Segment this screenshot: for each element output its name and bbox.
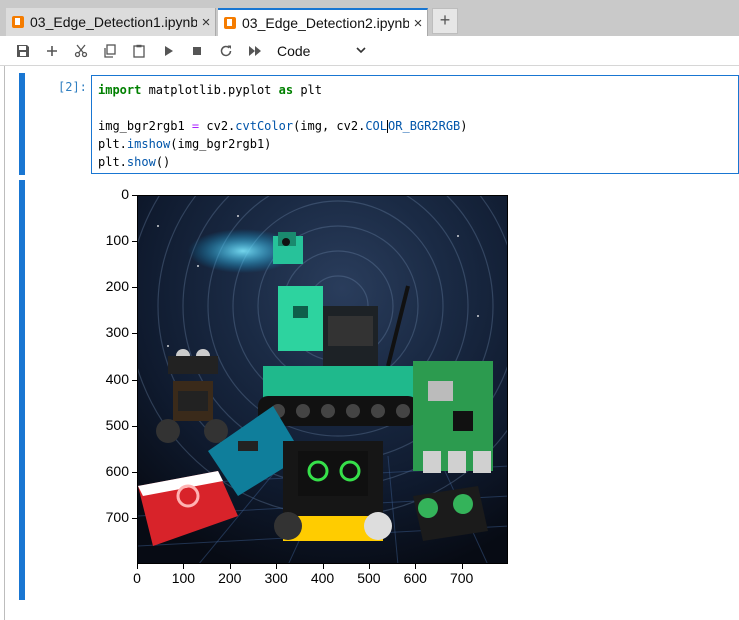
code-line-1: import matplotlib.pyplot as plt bbox=[98, 83, 322, 97]
x-tick-label: 0 bbox=[133, 570, 141, 586]
fast-forward-icon[interactable] bbox=[242, 38, 268, 64]
y-tick-mark bbox=[132, 241, 137, 243]
y-tick-label: 0 bbox=[121, 186, 129, 202]
keyword-import: import bbox=[98, 83, 142, 97]
input-collapser[interactable] bbox=[19, 73, 25, 175]
y-tick-label: 600 bbox=[105, 462, 129, 479]
y-tick-label: 500 bbox=[105, 416, 129, 433]
cat-robot bbox=[274, 441, 392, 541]
x-tick-label: 700 bbox=[449, 570, 474, 586]
x-tick-mark bbox=[415, 564, 417, 569]
tab-label: 03_Edge_Detection2.ipynb bbox=[242, 15, 409, 31]
notebook-icon bbox=[224, 17, 236, 29]
output-plot: 0 100 200 300 400 500 600 700 0 100 200 300 400 500 60… bbox=[95, 180, 525, 600]
tab-edge-detection1[interactable]: 03_Edge_Detection1.ipynb × bbox=[6, 8, 216, 36]
close-icon[interactable]: × bbox=[197, 14, 215, 31]
execution-prompt: [2]: bbox=[58, 80, 87, 94]
left-rail bbox=[4, 66, 5, 620]
paste-icon[interactable] bbox=[126, 38, 152, 64]
y-tick-label: 400 bbox=[105, 370, 129, 387]
text-cursor bbox=[387, 120, 389, 133]
x-tick-label: 500 bbox=[357, 570, 381, 586]
cut-icon[interactable] bbox=[68, 38, 94, 64]
robot-kits-image bbox=[138, 196, 507, 563]
y-tick-mark bbox=[132, 333, 137, 335]
close-icon[interactable]: × bbox=[409, 15, 427, 32]
notebook-icon bbox=[12, 16, 24, 28]
cell-type-dropdown[interactable]: Code bbox=[277, 43, 367, 59]
tab-edge-detection2[interactable]: 03_Edge_Detection2.ipynb × bbox=[218, 8, 428, 36]
raspberry-pi-board bbox=[413, 361, 493, 473]
x-tick-mark bbox=[276, 564, 278, 569]
cell-type-label: Code bbox=[277, 42, 311, 59]
y-tick-mark bbox=[132, 287, 137, 289]
keyword-as: as bbox=[278, 83, 294, 97]
stop-icon[interactable] bbox=[184, 38, 210, 64]
y-tick-mark bbox=[132, 379, 137, 381]
jupyterlab-window: 03_Edge_Detection1.ipynb × 03_Edge_Detec… bbox=[0, 0, 739, 620]
code-line-4: plt.imshow(img_bgr2rgb1) bbox=[98, 137, 272, 151]
x-tick-mark bbox=[137, 564, 138, 569]
output-collapser[interactable] bbox=[19, 180, 25, 600]
image-axes bbox=[137, 195, 508, 564]
x-tick-label: 100 bbox=[171, 570, 196, 586]
y-tick-label: 700 bbox=[105, 508, 129, 525]
x-tick-mark bbox=[322, 564, 324, 569]
y-tick-label: 200 bbox=[105, 278, 129, 295]
x-tick-label: 400 bbox=[310, 570, 335, 586]
code-line-5: plt.show() bbox=[98, 155, 171, 169]
y-tick-label: 300 bbox=[105, 324, 129, 341]
code-line-3: img_bgr2rgb1 = cv2.cvtColor(img, cv2.COL… bbox=[98, 119, 468, 133]
add-icon[interactable] bbox=[39, 38, 65, 64]
y-tick-mark bbox=[132, 425, 137, 427]
code-editor[interactable]: import matplotlib.pyplot as plt img_bgr2… bbox=[91, 75, 739, 174]
y-tick-label: 100 bbox=[105, 232, 129, 249]
x-tick-mark bbox=[229, 564, 231, 569]
tab-bar: 03_Edge_Detection1.ipynb × 03_Edge_Detec… bbox=[0, 0, 739, 36]
y-tick-mark bbox=[132, 195, 137, 196]
run-icon[interactable] bbox=[155, 38, 181, 64]
x-tick-mark bbox=[183, 564, 185, 569]
restart-icon[interactable] bbox=[213, 38, 239, 64]
x-tick-mark bbox=[461, 564, 463, 569]
x-tick-label: 600 bbox=[403, 570, 427, 586]
new-tab-button[interactable]: + bbox=[432, 8, 458, 34]
copy-icon[interactable] bbox=[97, 38, 123, 64]
notebook-toolbar: Code bbox=[0, 36, 739, 66]
y-tick-mark bbox=[132, 517, 137, 519]
y-tick-mark bbox=[132, 471, 137, 473]
save-icon[interactable] bbox=[10, 38, 36, 64]
x-tick-mark bbox=[368, 564, 370, 569]
tab-label: 03_Edge_Detection1.ipynb bbox=[30, 14, 197, 30]
x-tick-label: 300 bbox=[264, 570, 288, 586]
chevron-down-icon bbox=[355, 43, 367, 59]
x-tick-label: 200 bbox=[218, 570, 242, 586]
